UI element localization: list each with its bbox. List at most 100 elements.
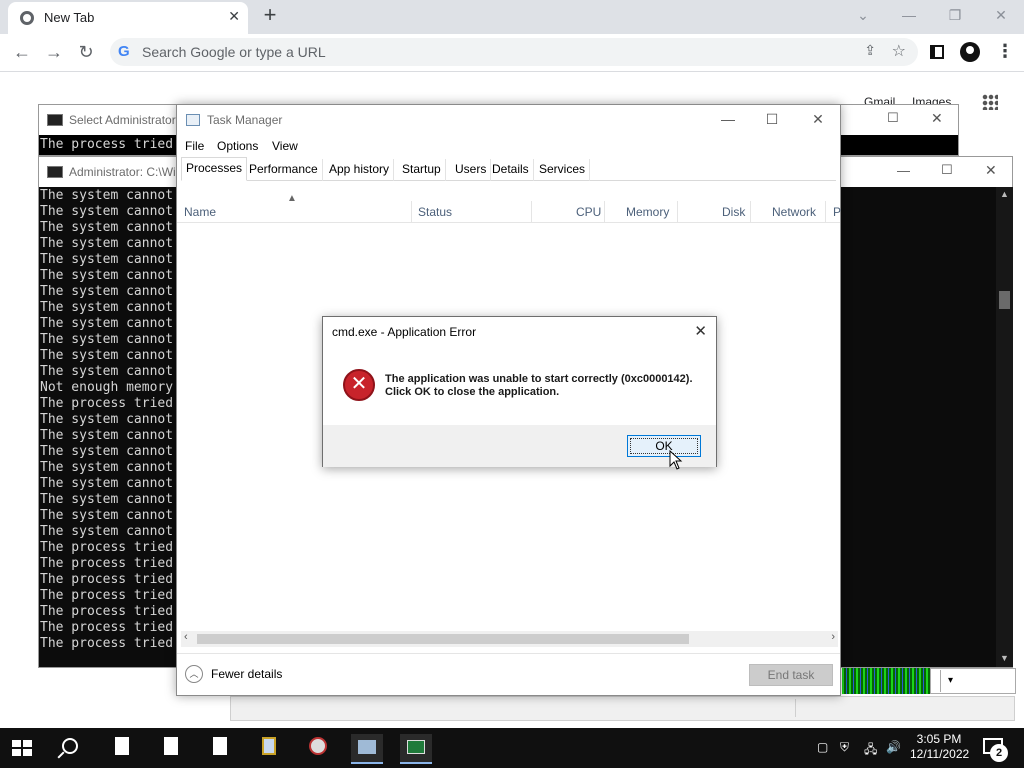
- file-icon[interactable]: [155, 734, 187, 764]
- task-manager-icon: [186, 114, 200, 126]
- more-menu-icon[interactable]: ⋮: [996, 40, 1014, 64]
- end-task-button[interactable]: End task: [749, 664, 833, 686]
- application-error-dialog[interactable]: cmd.exe - Application Error ✕ ✕ The appl…: [322, 316, 717, 467]
- tab-users[interactable]: Users: [451, 159, 492, 181]
- tray-app-icon[interactable]: ▢: [817, 740, 828, 754]
- minimize-icon[interactable]: —: [897, 163, 910, 178]
- column-memory[interactable]: Memory: [626, 205, 669, 219]
- column-divider[interactable]: [411, 201, 412, 223]
- column-name[interactable]: Name: [184, 205, 216, 219]
- scroll-left-icon[interactable]: ‹: [184, 631, 188, 643]
- maximize-icon[interactable]: ☐: [887, 110, 899, 126]
- divider: [795, 699, 796, 717]
- close-icon[interactable]: ✕: [807, 111, 829, 129]
- share-icon[interactable]: ⇪: [864, 42, 876, 59]
- compass-icon[interactable]: [302, 734, 334, 764]
- maximize-icon[interactable]: ☐: [941, 162, 953, 178]
- console-line: The process tried: [40, 572, 174, 587]
- console-line: The system cannot: [40, 220, 174, 235]
- console-line: The system cannot: [40, 444, 174, 459]
- scroll-up-icon[interactable]: ▲: [1000, 189, 1009, 199]
- close-icon[interactable]: ✕: [985, 162, 997, 179]
- column-divider[interactable]: [677, 201, 678, 223]
- column-network[interactable]: Network: [772, 205, 816, 219]
- browser-tab-new-tab[interactable]: New Tab ✕: [8, 2, 248, 34]
- column-divider[interactable]: [604, 201, 605, 223]
- clock-date: 12/11/2022: [910, 747, 970, 761]
- taskbar: ▢ ⛨ 🖧 🔊 3:05 PM 12/11/2022 2: [0, 728, 1024, 768]
- tab-services[interactable]: Services: [535, 159, 591, 181]
- console-icon: [47, 166, 63, 178]
- menu-file[interactable]: File: [185, 139, 204, 153]
- restore-icon[interactable]: ❐: [932, 4, 978, 28]
- console-line: The process tried: [40, 137, 174, 152]
- clock[interactable]: 3:05 PM 12/11/2022: [910, 732, 970, 762]
- tab-processes[interactable]: Processes: [181, 157, 248, 181]
- file-icon[interactable]: [106, 734, 138, 764]
- minimize-icon[interactable]: —: [717, 111, 739, 129]
- console-line: Not enough memory: [40, 380, 174, 395]
- menu-view[interactable]: View: [272, 139, 298, 153]
- address-bar[interactable]: G Search Google or type a URL ⇪ ☆: [110, 38, 918, 66]
- task-manager-icon[interactable]: [351, 734, 383, 764]
- error-message: The application was unable to start corr…: [385, 373, 693, 399]
- forward-arrow-icon[interactable]: →: [42, 41, 66, 65]
- volume-icon[interactable]: 🔊: [886, 740, 901, 754]
- notepad-icon[interactable]: [253, 734, 285, 764]
- scroll-down-icon[interactable]: ▼: [1000, 653, 1009, 663]
- column-disk[interactable]: Disk: [722, 205, 745, 219]
- scrollbar-thumb[interactable]: [999, 291, 1010, 309]
- reload-icon[interactable]: ↻: [74, 41, 98, 65]
- scroll-right-icon[interactable]: ›: [831, 631, 835, 643]
- back-arrow-icon[interactable]: ←: [10, 41, 34, 65]
- console-line: The process tried: [40, 604, 174, 619]
- console-line: The process tried: [40, 396, 174, 411]
- column-divider[interactable]: [825, 201, 826, 223]
- clock-time: 3:05 PM: [916, 732, 962, 746]
- tab-performance[interactable]: Performance: [245, 159, 323, 181]
- side-panel-icon[interactable]: [930, 45, 944, 59]
- close-icon[interactable]: ✕: [978, 4, 1024, 28]
- column-status[interactable]: Status: [418, 205, 452, 219]
- google-apps-icon[interactable]: [982, 94, 998, 110]
- task-manager-title-bar[interactable]: Task Manager — ☐ ✕: [177, 105, 840, 135]
- console-line: The system cannot: [40, 188, 174, 203]
- horizontal-scrollbar[interactable]: ‹ ›: [181, 631, 838, 647]
- process-table-header: Name Status CPU Memory Disk Network P: [177, 201, 841, 223]
- scrollbar-thumb[interactable]: [197, 634, 689, 644]
- error-message-line: Click OK to close the application.: [385, 386, 560, 398]
- chevron-up-icon[interactable]: ︿: [185, 665, 203, 683]
- column-cpu[interactable]: CPU: [576, 205, 601, 219]
- minimize-icon[interactable]: —: [886, 4, 932, 28]
- tab-close-icon[interactable]: ✕: [228, 8, 240, 25]
- console-line: The process tried: [40, 556, 174, 571]
- tab-app-history[interactable]: App history: [325, 159, 395, 181]
- file-icon[interactable]: [204, 734, 236, 764]
- console-scrollbar[interactable]: ▲ ▼: [996, 187, 1013, 667]
- search-icon[interactable]: [62, 738, 78, 754]
- tab-details[interactable]: Details: [488, 159, 534, 181]
- console-line: The system cannot: [40, 236, 174, 251]
- fewer-details-button[interactable]: Fewer details: [211, 667, 282, 681]
- address-bar-placeholder: Search Google or type a URL: [142, 44, 326, 60]
- column-divider[interactable]: [531, 201, 532, 223]
- network-icon[interactable]: 🖧: [864, 740, 877, 761]
- close-icon[interactable]: ✕: [694, 322, 707, 340]
- dropdown-chevron-icon[interactable]: ▾: [940, 670, 960, 692]
- ok-button[interactable]: OK: [627, 435, 701, 457]
- console-line: The system cannot: [40, 508, 174, 523]
- tab-startup[interactable]: Startup: [398, 159, 446, 181]
- menu-options[interactable]: Options: [217, 139, 258, 153]
- close-icon[interactable]: ✕: [931, 110, 943, 127]
- windows-security-icon[interactable]: ⛨: [840, 740, 849, 755]
- new-tab-button[interactable]: +: [258, 4, 282, 28]
- column-power[interactable]: P: [833, 205, 841, 219]
- console-line: The system cannot: [40, 268, 174, 283]
- bookmark-star-icon[interactable]: ☆: [892, 41, 906, 61]
- tab-search-icon[interactable]: ⌄: [840, 4, 886, 28]
- column-divider[interactable]: [750, 201, 751, 223]
- console-icon[interactable]: [400, 734, 432, 764]
- profile-avatar-icon[interactable]: [960, 42, 980, 62]
- maximize-icon[interactable]: ☐: [761, 111, 783, 129]
- windows-start-icon[interactable]: [12, 740, 32, 756]
